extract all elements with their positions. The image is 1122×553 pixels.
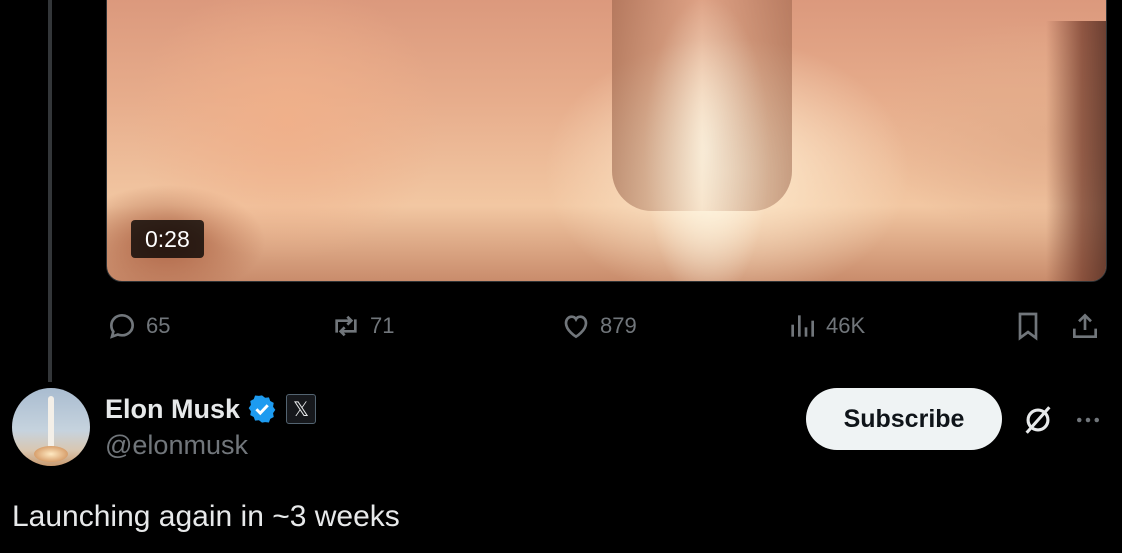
- video-frame-tower: [1046, 21, 1106, 281]
- avatar-rocket-image: [48, 396, 54, 452]
- tweet-author-row: Elon Musk 𝕏 @elonmusk Subscribe: [12, 388, 1112, 468]
- video-player[interactable]: 0:28: [106, 0, 1107, 282]
- video-duration-badge: 0:28: [131, 220, 204, 258]
- repost-icon: [335, 315, 357, 337]
- like-count: 879: [600, 313, 637, 338]
- tweet-actions: 65 71 879 46K: [106, 306, 1105, 346]
- bookmark-button[interactable]: [1012, 306, 1044, 346]
- reply-icon: [109, 313, 135, 339]
- grok-icon: [1025, 406, 1051, 434]
- repost-button[interactable]: 71: [330, 306, 394, 346]
- like-icon: [564, 315, 588, 339]
- grok-button[interactable]: [1018, 400, 1058, 440]
- name-row: Elon Musk 𝕏: [105, 390, 317, 428]
- user-handle[interactable]: @elonmusk: [105, 430, 248, 461]
- avatar[interactable]: [12, 388, 90, 466]
- more-options-button[interactable]: [1068, 400, 1108, 440]
- tweet-text: Launching again in ~3 weeks: [12, 500, 400, 533]
- affiliate-x-badge[interactable]: 𝕏: [286, 394, 317, 424]
- reply-count: 65: [146, 313, 171, 338]
- views-icon: [791, 315, 814, 337]
- thread-line: [48, 0, 52, 382]
- display-name[interactable]: Elon Musk: [105, 394, 240, 425]
- views-count: 46K: [826, 313, 866, 338]
- reply-button[interactable]: 65: [106, 306, 170, 346]
- share-button[interactable]: [1069, 306, 1101, 346]
- repost-count: 71: [370, 313, 395, 338]
- subscribe-button[interactable]: Subscribe: [806, 388, 1002, 450]
- avatar-plume-image: [34, 446, 68, 462]
- like-button[interactable]: 879: [560, 306, 637, 346]
- video-frame-rocket: [612, 0, 792, 211]
- more-icon: [1077, 417, 1099, 423]
- share-icon: [1073, 313, 1097, 338]
- views-button[interactable]: 46K: [786, 306, 865, 346]
- verified-badge-icon: [248, 395, 276, 423]
- bookmark-icon: [1018, 312, 1038, 341]
